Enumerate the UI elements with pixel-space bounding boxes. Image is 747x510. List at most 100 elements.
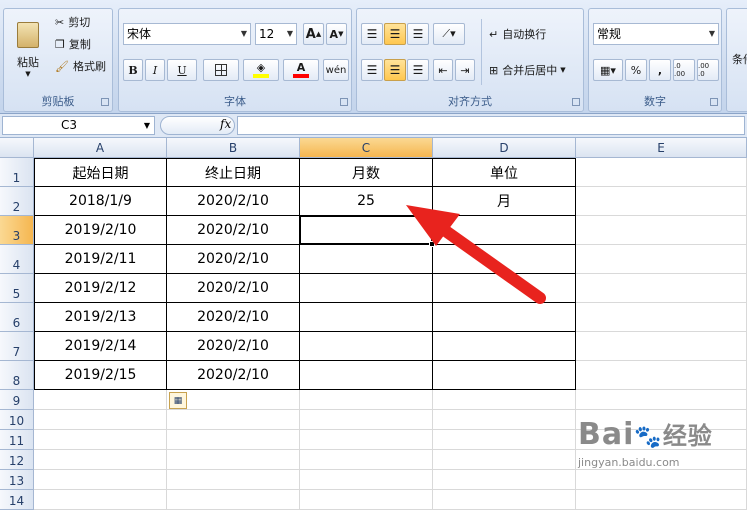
table-cell[interactable]: 2020/2/10	[167, 216, 300, 245]
auto-fill-options-icon[interactable]: ▦	[169, 392, 187, 409]
table-cell[interactable]	[167, 410, 300, 430]
table-cell[interactable]	[576, 490, 747, 510]
table-cell[interactable]: 2018/1/9	[34, 187, 167, 216]
align-right-button[interactable]: ☰	[407, 59, 429, 81]
increase-indent-button[interactable]: ⇥	[455, 59, 475, 81]
table-header-cell[interactable]: 月数	[300, 158, 433, 187]
decrease-decimal-button[interactable]: .00 .0	[697, 59, 719, 81]
row-header-2[interactable]: 2	[0, 187, 34, 216]
table-cell[interactable]: 2020/2/10	[167, 187, 300, 216]
grow-font-button[interactable]: A ▲	[303, 23, 324, 45]
row-header-1[interactable]: 1	[0, 158, 34, 187]
comma-button[interactable]: ,	[649, 59, 671, 81]
table-cell[interactable]	[300, 390, 433, 410]
row-header-6[interactable]: 6	[0, 303, 34, 332]
column-header-a[interactable]: A	[34, 138, 167, 158]
table-cell[interactable]	[576, 158, 747, 187]
table-cell[interactable]: 2020/2/10	[167, 303, 300, 332]
table-cell[interactable]	[576, 303, 747, 332]
row-header-4[interactable]: 4	[0, 245, 34, 274]
align-center-button[interactable]: ☰	[384, 59, 406, 81]
table-cell[interactable]	[433, 450, 576, 470]
dialog-launcher-icon[interactable]	[101, 98, 109, 106]
table-cell[interactable]	[433, 245, 576, 274]
cut-button[interactable]: ✂ 剪切	[52, 13, 93, 31]
table-cell[interactable]	[576, 470, 747, 490]
table-cell[interactable]: 2020/2/10	[167, 274, 300, 303]
table-cell[interactable]	[34, 390, 167, 410]
table-cell[interactable]	[576, 274, 747, 303]
table-cell[interactable]	[300, 332, 433, 361]
table-cell[interactable]: 月	[433, 187, 576, 216]
font-name-select[interactable]: 宋体 ▼	[123, 23, 251, 45]
table-cell[interactable]	[34, 470, 167, 490]
phonetic-button[interactable]: wén	[323, 59, 349, 81]
select-all-corner[interactable]	[0, 138, 34, 158]
table-cell[interactable]	[300, 216, 433, 245]
underline-button[interactable]: U	[167, 59, 197, 81]
table-cell[interactable]	[167, 470, 300, 490]
column-header-d[interactable]: D	[433, 138, 576, 158]
table-cell[interactable]	[167, 450, 300, 470]
row-header-14[interactable]: 14	[0, 490, 34, 510]
table-cell[interactable]	[300, 361, 433, 390]
wrap-text-button[interactable]: ↵ 自动换行	[485, 23, 550, 45]
column-header-c[interactable]: C	[300, 138, 433, 158]
table-header-cell[interactable]: 终止日期	[167, 158, 300, 187]
row-header-11[interactable]: 11	[0, 430, 34, 450]
column-header-e[interactable]: E	[576, 138, 747, 158]
row-header-3[interactable]: 3	[0, 216, 34, 245]
fill-color-button[interactable]: ◈	[243, 59, 279, 81]
table-cell[interactable]: 25	[300, 187, 433, 216]
table-cell[interactable]	[300, 430, 433, 450]
table-cell[interactable]	[433, 430, 576, 450]
increase-decimal-button[interactable]: .0 .00	[673, 59, 695, 81]
table-cell[interactable]	[433, 274, 576, 303]
table-cell[interactable]: 2020/2/10	[167, 245, 300, 274]
column-header-b[interactable]: B	[167, 138, 300, 158]
orientation-button[interactable]: ⟋▾	[433, 23, 465, 45]
row-header-7[interactable]: 7	[0, 332, 34, 361]
row-header-5[interactable]: 5	[0, 274, 34, 303]
table-cell[interactable]	[34, 410, 167, 430]
table-cell[interactable]	[300, 274, 433, 303]
align-left-button[interactable]: ☰	[361, 59, 383, 81]
percent-button[interactable]: %	[625, 59, 647, 81]
row-header-12[interactable]: 12	[0, 450, 34, 470]
borders-button[interactable]	[203, 59, 239, 81]
table-cell[interactable]	[300, 470, 433, 490]
fill-handle[interactable]	[429, 241, 435, 247]
table-cell[interactable]	[300, 450, 433, 470]
number-format-select[interactable]: 常规 ▼	[593, 23, 719, 45]
table-header-cell[interactable]: 单位	[433, 158, 576, 187]
row-header-13[interactable]: 13	[0, 470, 34, 490]
italic-button[interactable]: I	[145, 59, 165, 81]
font-size-select[interactable]: 12 ▼	[255, 23, 297, 45]
row-header-9[interactable]: 9	[0, 390, 34, 410]
table-cell[interactable]	[300, 410, 433, 430]
table-cell[interactable]	[576, 390, 747, 410]
table-cell[interactable]	[433, 490, 576, 510]
paste-button[interactable]: 粘贴 ▼	[8, 13, 48, 87]
merge-center-button[interactable]: ⊞ 合并后居中 ▼	[485, 59, 570, 81]
dialog-launcher-icon[interactable]	[572, 98, 580, 106]
table-cell[interactable]: 2019/2/10	[34, 216, 167, 245]
table-cell[interactable]	[433, 361, 576, 390]
align-middle-button[interactable]: ☰	[384, 23, 406, 45]
table-cell[interactable]: 2019/2/11	[34, 245, 167, 274]
table-cell[interactable]: 2019/2/14	[34, 332, 167, 361]
table-cell[interactable]	[433, 390, 576, 410]
table-cell[interactable]	[300, 303, 433, 332]
table-cell[interactable]: 2019/2/13	[34, 303, 167, 332]
table-cell[interactable]	[34, 450, 167, 470]
table-cell[interactable]	[167, 430, 300, 450]
table-cell[interactable]: 2019/2/15	[34, 361, 167, 390]
table-cell[interactable]	[34, 430, 167, 450]
table-cell[interactable]: 2019/2/12	[34, 274, 167, 303]
currency-button[interactable]: ▦▾	[593, 59, 623, 81]
font-color-button[interactable]: A	[283, 59, 319, 81]
table-cell[interactable]	[433, 470, 576, 490]
formula-input[interactable]	[237, 116, 745, 135]
table-header-cell[interactable]: 起始日期	[34, 158, 167, 187]
dialog-launcher-icon[interactable]	[340, 98, 348, 106]
